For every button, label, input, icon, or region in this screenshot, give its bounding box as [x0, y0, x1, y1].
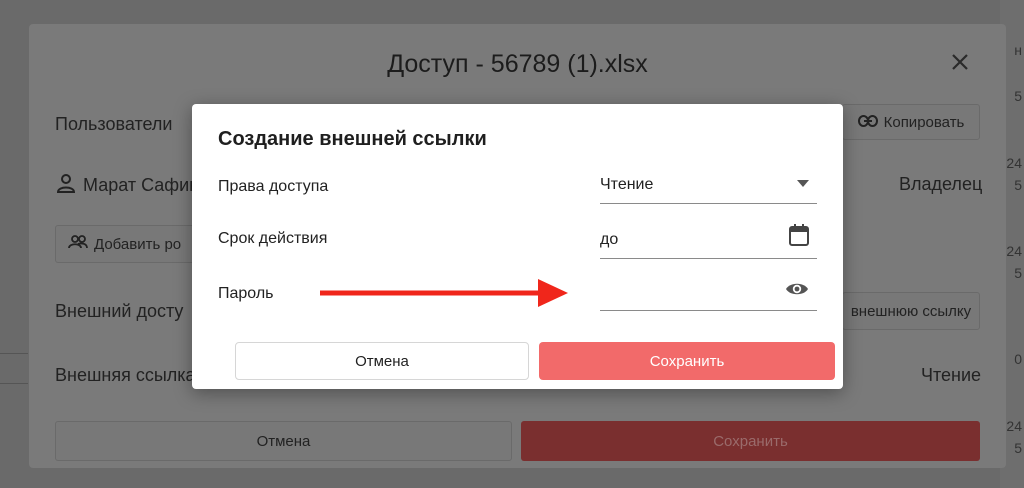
- validity-label: Срок действия: [218, 230, 328, 247]
- external-link-label: Внешняя ссылка: [55, 365, 196, 385]
- background-divider: [0, 353, 28, 354]
- copy-link-button[interactable]: Копировать: [842, 104, 980, 140]
- outer-save-label: Сохранить: [713, 432, 788, 450]
- background-text: 5: [1014, 88, 1022, 104]
- background-text: 5: [1014, 177, 1022, 193]
- users-icon: [68, 235, 88, 253]
- background-text: 5: [1014, 265, 1022, 281]
- user-row: Марат Сафин: [56, 173, 200, 198]
- password-input[interactable]: [600, 279, 817, 311]
- eye-icon[interactable]: [785, 281, 809, 302]
- access-rights-select[interactable]: Чтение: [600, 172, 817, 204]
- add-role-button[interactable]: Добавить ро: [55, 225, 205, 263]
- access-dialog-title: Доступ - 56789 (1).xlsx: [387, 50, 648, 78]
- owner-role: Владелец: [899, 174, 983, 194]
- external-access-label: Внешний досту: [55, 301, 184, 321]
- background-divider: [0, 383, 28, 384]
- password-label: Пароль: [218, 285, 274, 302]
- outer-cancel-label: Отмена: [256, 432, 311, 450]
- background-text: 5: [1014, 440, 1022, 456]
- annotation-arrow-icon: [320, 279, 568, 307]
- modal-save-label: Сохранить: [649, 352, 725, 370]
- chevron-down-icon: [797, 174, 809, 192]
- calendar-icon[interactable]: [789, 224, 809, 251]
- create-external-link-button[interactable]: внешнюю ссылку: [842, 292, 980, 330]
- user-icon: [56, 173, 76, 198]
- close-icon[interactable]: [950, 52, 970, 72]
- add-role-label: Добавить ро: [94, 235, 182, 253]
- link-icon: [857, 114, 878, 131]
- background-text: 0: [1014, 351, 1022, 367]
- outer-save-button[interactable]: Сохранить: [521, 421, 980, 461]
- access-rights-value: Чтение: [600, 176, 654, 193]
- modal-save-button[interactable]: Сохранить: [539, 342, 835, 380]
- outer-cancel-button[interactable]: Отмена: [55, 421, 512, 461]
- external-link-modal: Создание внешней ссылки Права доступа Чт…: [192, 104, 843, 389]
- background-text: н: [1014, 42, 1022, 58]
- validity-date-input[interactable]: до: [600, 224, 817, 259]
- copy-link-label: Копировать: [883, 113, 965, 131]
- access-rights-label: Права доступа: [218, 178, 329, 195]
- users-label: Пользователи: [55, 114, 173, 134]
- modal-title: Создание внешней ссылки: [218, 128, 487, 150]
- validity-value: до: [600, 231, 619, 248]
- external-link-role: Чтение: [921, 365, 982, 385]
- modal-cancel-button[interactable]: Отмена: [235, 342, 529, 380]
- user-name: Марат Сафин: [83, 175, 200, 195]
- modal-cancel-label: Отмена: [355, 352, 409, 370]
- create-external-link-label: внешнюю ссылку: [850, 302, 972, 320]
